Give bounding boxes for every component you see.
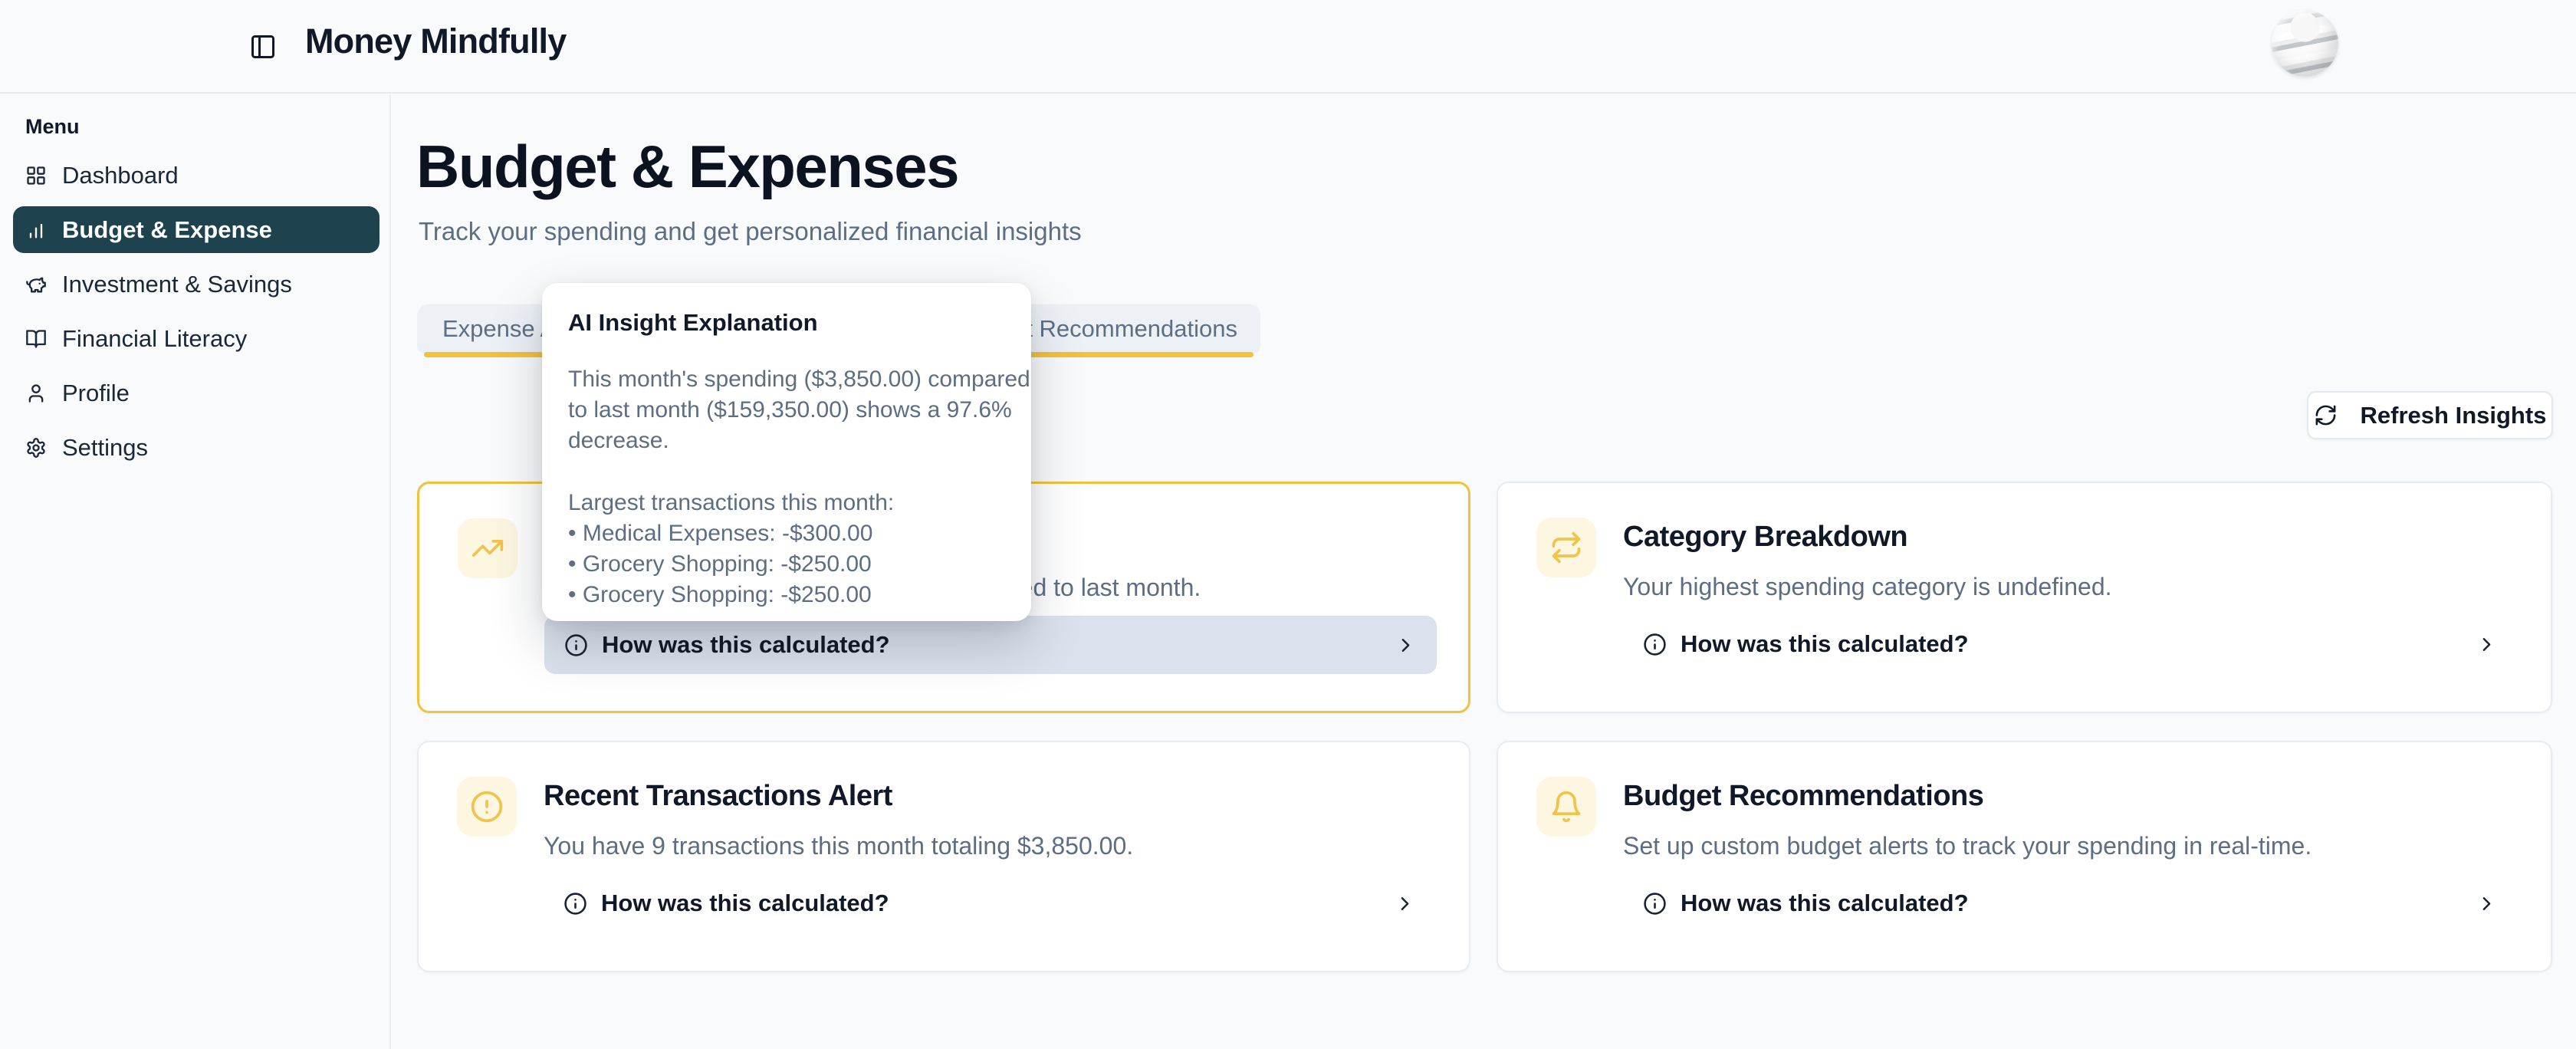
icon-tile [458, 518, 518, 578]
ai-insight-popover: AI Insight Explanation This month's spen… [542, 283, 1031, 621]
book-open-icon [25, 328, 47, 350]
insight-card-category-breakdown: Category Breakdown Your highest spending… [1497, 482, 2552, 713]
sidebar-nav: Dashboard Budget & Expense Investment & … [13, 152, 380, 471]
icon-tile [457, 777, 517, 837]
popup-text-line: • Grocery Shopping: -$250.00 [568, 580, 1005, 610]
bell-icon [1549, 790, 1583, 824]
refresh-icon [2314, 403, 2338, 427]
panel-left-icon [249, 33, 277, 61]
how-calculated-label: How was this calculated? [1681, 630, 1969, 658]
chevron-right-icon [2476, 633, 2498, 656]
page-title: Budget & Expenses [416, 132, 958, 202]
how-calculated-label: How was this calculated? [1681, 890, 1969, 917]
chevron-right-icon [1394, 893, 1416, 915]
popup-text-line: • Grocery Shopping: -$250.00 [568, 549, 1005, 580]
sidebar-item-label: Settings [62, 434, 148, 462]
sidebar-item-label: Profile [62, 380, 130, 407]
sidebar: Menu Dashboard Budget & Expense Investme… [0, 95, 391, 1049]
gear-icon [25, 437, 47, 459]
sidebar-item-label: Budget & Expense [62, 216, 272, 244]
sidebar-item-investment-savings[interactable]: Investment & Savings [13, 261, 380, 307]
icon-tile [1536, 518, 1596, 577]
info-icon [1643, 892, 1667, 916]
how-calculated-button[interactable]: How was this calculated? [544, 616, 1437, 674]
sidebar-item-profile[interactable]: Profile [13, 370, 380, 416]
info-icon [564, 633, 588, 657]
app-title: Money Mindfully [305, 21, 567, 61]
card-title: Category Breakdown [1623, 521, 1907, 554]
dashboard-grid-icon [25, 165, 47, 186]
sidebar-item-budget-expense[interactable]: Budget & Expense [13, 206, 380, 253]
sidebar-toggle-button[interactable] [241, 25, 285, 69]
chevron-right-icon [2476, 893, 2498, 915]
card-description: You have 9 transactions this month total… [544, 832, 1133, 860]
avatar[interactable] [2272, 10, 2338, 77]
piggy-bank-icon [25, 274, 47, 295]
info-icon [1643, 633, 1667, 656]
insight-card-budget-recommendations: Budget Recommendations Set up custom bud… [1497, 741, 2552, 972]
chevron-right-icon [1395, 634, 1417, 656]
ai-insight-summary: This month's spending ($3,850.00) compar… [568, 364, 1005, 456]
refresh-insights-button[interactable]: Refresh Insights [2307, 391, 2553, 439]
insight-card-recent-transactions: Recent Transactions Alert You have 9 tra… [417, 741, 1470, 972]
user-icon [25, 383, 47, 404]
bar-chart-icon [25, 219, 47, 241]
sidebar-menu-label: Menu [25, 115, 80, 139]
card-title: Recent Transactions Alert [544, 780, 892, 813]
sidebar-item-label: Financial Literacy [62, 325, 247, 353]
how-calculated-button[interactable]: How was this calculated? [1623, 615, 2518, 673]
info-icon [564, 892, 587, 916]
sidebar-item-financial-literacy[interactable]: Financial Literacy [13, 315, 380, 362]
app-header: Money Mindfully [0, 0, 2576, 94]
popup-text-line: • Medical Expenses: -$300.00 [568, 518, 1005, 549]
sidebar-item-label: Dashboard [62, 162, 179, 189]
popup-text-line: decrease. [568, 426, 1005, 456]
how-calculated-button[interactable]: How was this calculated? [1623, 874, 2518, 932]
icon-tile [1536, 777, 1596, 837]
card-description: Your highest spending category is undefi… [1623, 573, 2112, 601]
repeat-arrows-icon [1549, 531, 1583, 564]
popup-text-line: Largest transactions this month: [568, 488, 1005, 518]
sidebar-item-label: Investment & Savings [62, 271, 292, 298]
sidebar-item-settings[interactable]: Settings [13, 424, 380, 471]
card-description: Set up custom budget alerts to track you… [1623, 832, 2312, 860]
card-title: Budget Recommendations [1623, 780, 1983, 813]
popup-text-line: to last month ($159,350.00) shows a 97.6… [568, 395, 1005, 426]
how-calculated-label: How was this calculated? [601, 890, 889, 917]
how-calculated-button[interactable]: How was this calculated? [544, 874, 1436, 932]
how-calculated-label: How was this calculated? [602, 631, 890, 659]
trending-up-icon [471, 531, 504, 565]
ai-insight-largest-transactions: Largest transactions this month: • Medic… [568, 488, 1005, 610]
popup-text-line: This month's spending ($3,850.00) compar… [568, 364, 1005, 395]
sidebar-item-dashboard[interactable]: Dashboard [13, 152, 380, 199]
refresh-insights-label: Refresh Insights [2361, 402, 2547, 429]
ai-insight-popover-title: AI Insight Explanation [568, 309, 1005, 337]
page-subtitle: Track your spending and get personalized… [419, 217, 1082, 246]
alert-circle-icon [470, 790, 504, 824]
